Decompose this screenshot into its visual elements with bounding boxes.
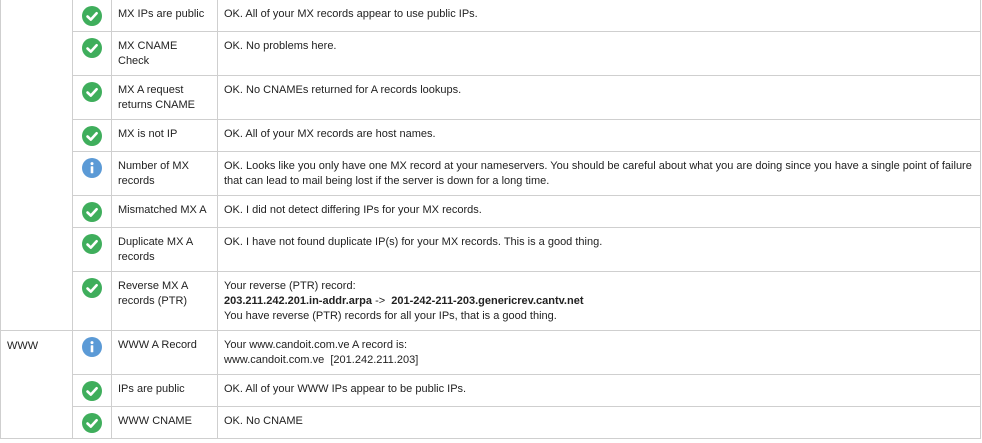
category-cell-mx xyxy=(0,0,73,331)
ptr-target: 201-242-211-203.genericrev.cantv.net xyxy=(391,295,584,307)
category-label: WWW xyxy=(7,340,39,352)
ptr-record: 203.211.242.201.in-addr.arpa xyxy=(224,295,372,307)
check-icon xyxy=(82,82,102,102)
test-result: OK. No problems here. xyxy=(217,31,981,76)
test-name: WWW CNAME xyxy=(111,406,218,439)
check-icon xyxy=(82,6,102,26)
check-icon xyxy=(82,381,102,401)
test-result: OK. All of your MX records are host name… xyxy=(217,119,981,152)
category-cell-www: WWW xyxy=(0,330,73,439)
test-result: OK. No CNAME xyxy=(217,406,981,439)
ptr-intro: Your reverse (PTR) record: xyxy=(224,280,356,292)
test-result: Your www.candoit.com.ve A record is: www… xyxy=(217,330,981,375)
table-row: MX CNAME Check OK. No problems here. xyxy=(1,31,981,76)
table-row: Reverse MX A records (PTR) Your reverse … xyxy=(1,271,981,331)
table-row: MX A request returns CNAME OK. No CNAMEs… xyxy=(1,75,981,120)
test-result: OK. Looks like you only have one MX reco… xyxy=(217,151,981,196)
info-icon xyxy=(82,158,102,178)
test-name: Mismatched MX A xyxy=(111,195,218,228)
dns-report-table: MX IPs are public OK. All of your MX rec… xyxy=(0,0,981,439)
table-row: IPs are public OK. All of your WWW IPs a… xyxy=(1,374,981,407)
test-result: OK. I did not detect differing IPs for y… xyxy=(217,195,981,228)
table-row: WWW WWW A Record Your www.candoit.com.ve… xyxy=(0,330,981,439)
table-row: WWW CNAME OK. No CNAME xyxy=(1,406,981,439)
test-name: MX A request returns CNAME xyxy=(111,75,218,120)
test-result: OK. I have not found duplicate IP(s) for… xyxy=(217,227,981,272)
ptr-arrow: -> xyxy=(375,295,386,307)
test-name: MX IPs are public xyxy=(111,0,218,32)
www-a-value: www.candoit.com.ve [201.242.211.203] xyxy=(224,354,419,366)
check-icon xyxy=(82,202,102,222)
check-icon xyxy=(82,278,102,298)
check-icon xyxy=(82,126,102,146)
test-name: IPs are public xyxy=(111,374,218,407)
ptr-footer: You have reverse (PTR) records for all y… xyxy=(224,310,557,322)
test-name: MX CNAME Check xyxy=(111,31,218,76)
table-row: Mismatched MX A OK. I did not detect dif… xyxy=(1,195,981,228)
table-row: Duplicate MX A records OK. I have not fo… xyxy=(1,227,981,272)
check-icon xyxy=(82,38,102,58)
table-row: Number of MX records OK. Looks like you … xyxy=(1,151,981,196)
test-name: Number of MX records xyxy=(111,151,218,196)
ptr-line: 203.211.242.201.in-addr.arpa -> 201-242-… xyxy=(224,294,974,309)
test-result: OK. All of your WWW IPs appear to be pub… xyxy=(217,374,981,407)
www-a-intro: Your www.candoit.com.ve A record is: xyxy=(224,339,408,351)
test-name: Duplicate MX A records xyxy=(111,227,218,272)
test-name: MX is not IP xyxy=(111,119,218,152)
check-icon xyxy=(82,413,102,433)
check-icon xyxy=(82,234,102,254)
table-row: MX is not IP OK. All of your MX records … xyxy=(1,119,981,152)
test-name: WWW A Record xyxy=(111,330,218,375)
test-result: Your reverse (PTR) record: 203.211.242.2… xyxy=(217,271,981,331)
test-result: OK. No CNAMEs returned for A records loo… xyxy=(217,75,981,120)
test-name: Reverse MX A records (PTR) xyxy=(111,271,218,331)
info-icon xyxy=(82,337,102,357)
table-row: MX IPs are public OK. All of your MX rec… xyxy=(0,0,981,331)
test-result: OK. All of your MX records appear to use… xyxy=(217,0,981,32)
